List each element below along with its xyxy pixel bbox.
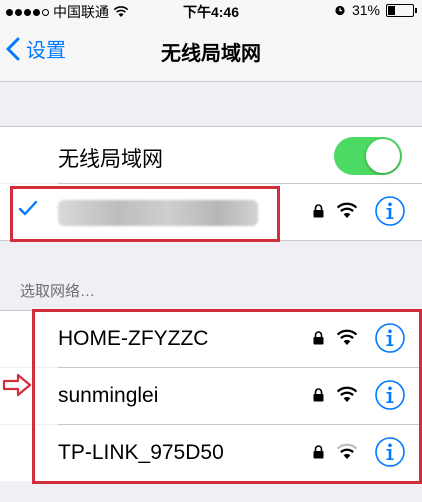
group-bottom-border	[0, 240, 422, 241]
lock-icon	[313, 204, 324, 218]
wifi-icon	[336, 202, 358, 218]
wifi-toggle-label: 无线局域网	[58, 148, 163, 171]
wifi-icon	[336, 386, 358, 402]
info-icon[interactable]	[374, 195, 406, 227]
wifi-toggle-row: 无线局域网	[0, 127, 422, 183]
connected-network-name-redacted	[58, 200, 258, 226]
lock-icon	[313, 331, 324, 345]
connected-network-row[interactable]	[0, 184, 422, 240]
wifi-icon	[336, 443, 358, 459]
toggle-knob	[366, 139, 400, 173]
info-icon[interactable]	[374, 322, 406, 354]
lock-icon	[313, 445, 324, 459]
network-name: sunminglei	[58, 384, 159, 407]
navigation-bar: 设置 无线局域网	[0, 20, 422, 82]
network-name: TP-LINK_975D50	[58, 441, 224, 464]
wifi-toggle-switch[interactable]	[334, 137, 402, 175]
back-button[interactable]: 设置	[6, 34, 66, 63]
status-bar: 中国联通 下午4:46 31%	[0, 0, 422, 20]
battery-percent: 31%	[351, 2, 380, 18]
lock-icon	[313, 388, 324, 402]
back-label: 设置	[26, 40, 66, 62]
info-icon[interactable]	[374, 436, 406, 468]
battery-fill	[388, 5, 395, 15]
network-row[interactable]: TP-LINK_975D50	[0, 425, 422, 481]
network-row[interactable]: sunminglei	[0, 368, 422, 424]
info-icon[interactable]	[374, 379, 406, 411]
alarm-icon	[335, 5, 345, 16]
wifi-icon	[336, 329, 358, 345]
checkmark-icon	[18, 200, 38, 216]
network-name: HOME-ZFYZZC	[58, 327, 209, 350]
status-right: 31%	[334, 2, 417, 18]
battery-icon	[386, 3, 417, 17]
network-row[interactable]: HOME-ZFYZZC	[0, 311, 422, 367]
section-header-choose-network: 选取网络…	[20, 283, 96, 300]
back-chevron-icon	[6, 37, 20, 60]
arrow-right-icon	[2, 373, 32, 397]
